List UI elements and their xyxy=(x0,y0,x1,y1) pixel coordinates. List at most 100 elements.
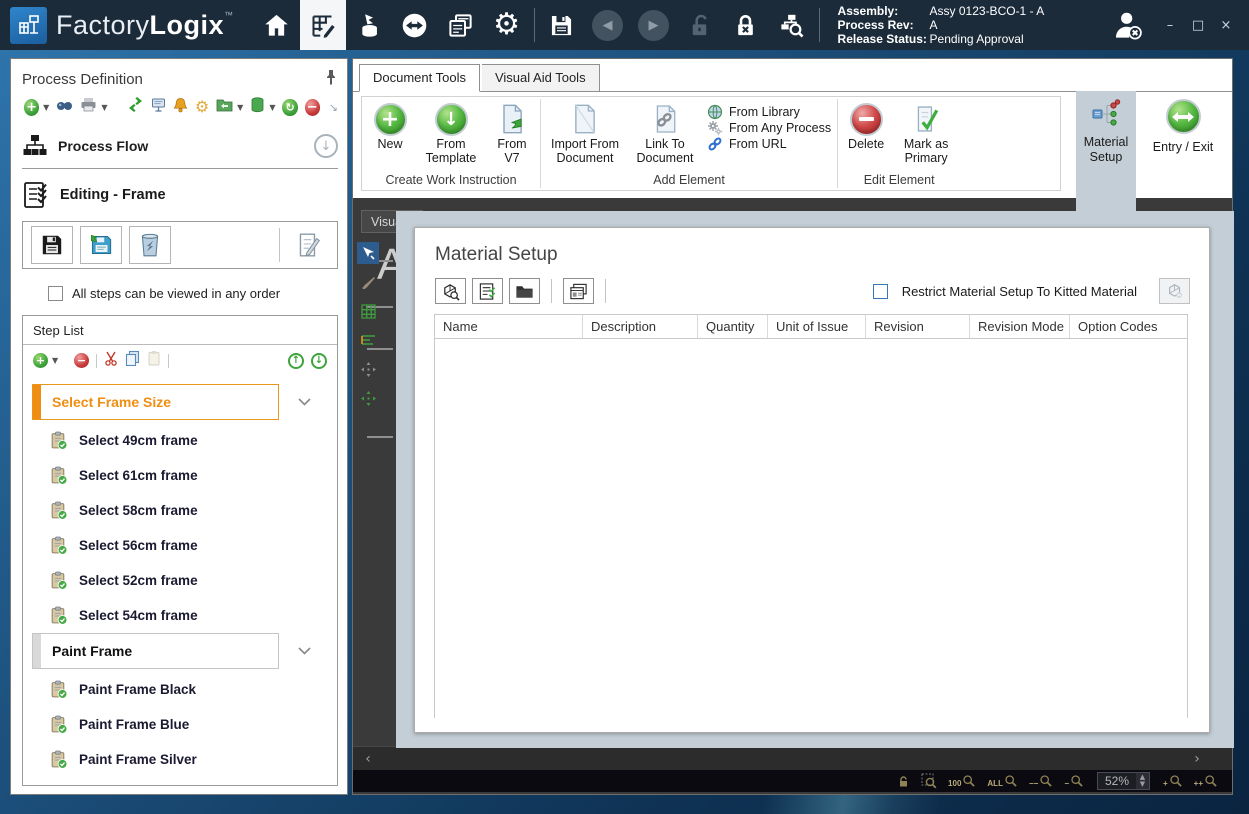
align-tool-icon[interactable] xyxy=(357,329,379,351)
material-table-body[interactable] xyxy=(435,339,1187,718)
zoom-in-fast-icon[interactable]: ++ xyxy=(1194,774,1218,788)
column-header[interactable]: Option Codes xyxy=(1070,315,1187,338)
collapse-panel-icon[interactable]: ↘ xyxy=(329,101,338,114)
edit-notes-button[interactable] xyxy=(287,226,329,264)
scroll-right-icon[interactable]: › xyxy=(1184,747,1210,771)
logout-user-icon[interactable] xyxy=(1105,0,1151,50)
sync-steps-icon[interactable] xyxy=(127,97,144,117)
zoom-in-icon[interactable]: + xyxy=(1163,774,1183,788)
delete-step-button[interactable] xyxy=(129,226,171,264)
column-header[interactable]: Description xyxy=(583,315,698,338)
step-list-item[interactable]: Paint Frame Black xyxy=(32,672,329,707)
step-list-item[interactable]: Select 49cm frame xyxy=(32,423,329,458)
home-icon[interactable] xyxy=(254,0,300,50)
reports-icon[interactable] xyxy=(438,0,484,50)
select-tool-icon[interactable] xyxy=(357,242,379,264)
database-dropdown-icon[interactable]: ▼ xyxy=(269,103,275,112)
back-icon[interactable]: ◀ xyxy=(585,0,631,50)
add-from-bom-button[interactable] xyxy=(472,278,503,304)
chevron-down-icon[interactable] xyxy=(298,647,311,655)
maximize-button[interactable]: □ xyxy=(1187,18,1209,33)
material-setup-button[interactable]: Material Setup xyxy=(1076,91,1136,198)
step-list-item[interactable]: Select 61cm frame xyxy=(32,458,329,493)
link-to-document-button[interactable]: Link To Document xyxy=(633,101,697,166)
expand-down-icon[interactable]: ↓ xyxy=(314,134,338,158)
paste-icon[interactable] xyxy=(147,350,161,371)
pin-icon[interactable] xyxy=(324,69,338,90)
column-header[interactable]: Quantity xyxy=(698,315,768,338)
add-step-dropdown-icon[interactable]: ▼ xyxy=(52,356,58,365)
column-header[interactable]: Revision Mode xyxy=(970,315,1070,338)
remove-process-icon[interactable]: − xyxy=(305,99,320,116)
add-step-icon[interactable]: + xyxy=(33,353,48,368)
column-header[interactable]: Unit of Issue xyxy=(768,315,866,338)
move-tool-icon[interactable] xyxy=(357,358,379,380)
order-checkbox[interactable] xyxy=(48,286,63,301)
close-button[interactable]: × xyxy=(1215,18,1237,33)
notification-bell-icon[interactable] xyxy=(173,97,188,118)
move-step-up-icon[interactable]: ↑ xyxy=(288,353,304,369)
minimize-button[interactable]: – xyxy=(1159,18,1181,33)
grid-tool-icon[interactable] xyxy=(357,300,379,322)
import-from-document-button[interactable]: Import From Document xyxy=(547,101,623,166)
lock-release-icon[interactable] xyxy=(723,0,769,50)
entry-exit-button[interactable]: Entry / Exit xyxy=(1145,91,1221,155)
restrict-kitted-checkbox[interactable] xyxy=(873,284,888,299)
step-list-item[interactable]: Paint Frame Blue xyxy=(32,707,329,742)
from-library-button[interactable]: From Library xyxy=(707,104,831,120)
zoom-out-fast-icon[interactable]: −− xyxy=(1029,774,1053,788)
zoom-selection-icon[interactable] xyxy=(921,773,937,789)
open-folder-button[interactable] xyxy=(509,278,540,304)
save-as-template-button[interactable] xyxy=(80,226,122,264)
save-icon[interactable] xyxy=(539,0,585,50)
column-header[interactable]: Revision xyxy=(866,315,970,338)
refresh-icon[interactable]: ↻ xyxy=(282,99,297,116)
chevron-down-icon[interactable] xyxy=(298,398,311,406)
sign-board-icon[interactable] xyxy=(151,97,166,118)
process-search-icon[interactable] xyxy=(769,0,815,50)
from-v7-button[interactable]: From V7 xyxy=(490,101,534,166)
copy-icon[interactable] xyxy=(125,350,140,371)
import-v7-data-icon[interactable] xyxy=(346,0,392,50)
brush-tool-icon[interactable] xyxy=(357,271,379,293)
settings-gear-icon[interactable]: ⚙ xyxy=(484,0,530,50)
remove-step-icon[interactable]: − xyxy=(74,353,89,368)
sync-icon[interactable] xyxy=(392,0,438,50)
step-list-item[interactable]: Paint Frame Silver xyxy=(32,742,329,777)
process-flow-row[interactable]: Process Flow ↓ xyxy=(22,128,338,164)
mark-as-primary-button[interactable]: Mark as Primary xyxy=(898,101,954,166)
tab-document-tools[interactable]: Document Tools xyxy=(359,64,480,92)
config-gear-icon[interactable]: ⚙ xyxy=(195,99,209,115)
forward-icon[interactable]: ▶ xyxy=(631,0,677,50)
process-editor-icon[interactable] xyxy=(300,0,346,50)
from-url-button[interactable]: From URL xyxy=(707,136,831,152)
add-dropdown-icon[interactable]: ▼ xyxy=(43,103,49,112)
step-list-item[interactable]: Select 58cm frame xyxy=(32,493,329,528)
horizontal-scrollbar[interactable]: ‹ › xyxy=(353,746,1232,770)
folder-dropdown-icon[interactable]: ▼ xyxy=(237,103,243,112)
tab-visual-aid-tools[interactable]: Visual Aid Tools xyxy=(482,64,600,92)
move-step-down-icon[interactable]: ↓ xyxy=(311,353,327,369)
zoom-all-icon[interactable]: ALL xyxy=(987,774,1018,788)
zoom-out-icon[interactable]: − xyxy=(1064,774,1084,788)
print-icon[interactable] xyxy=(80,97,97,117)
step-list-item[interactable]: Select 54cm frame xyxy=(32,598,329,633)
step-list-item[interactable]: Select 52cm frame xyxy=(32,563,329,598)
from-template-button[interactable]: ↓ From Template xyxy=(422,101,480,166)
pan-lock-icon[interactable] xyxy=(897,775,910,788)
zoom-spinner-icon[interactable]: ▲▼ xyxy=(1136,773,1149,789)
add-process-icon[interactable]: + xyxy=(24,99,39,116)
from-any-process-button[interactable]: From Any Process xyxy=(707,120,831,136)
material-report-button[interactable] xyxy=(563,278,594,304)
step-group-header[interactable]: Select Frame Size xyxy=(32,384,329,420)
cut-icon[interactable] xyxy=(104,351,118,371)
database-icon[interactable] xyxy=(250,97,265,118)
print-dropdown-icon[interactable]: ▼ xyxy=(101,103,107,112)
export-folder-icon[interactable] xyxy=(216,98,233,117)
move-green-tool-icon[interactable] xyxy=(357,387,379,409)
unlock-icon[interactable] xyxy=(677,0,723,50)
step-group-header[interactable]: Paint Frame xyxy=(32,633,329,669)
zoom-level-control[interactable]: 52% ▲▼ xyxy=(1097,772,1150,790)
new-button[interactable]: + New xyxy=(368,101,412,151)
delete-element-button[interactable]: Delete xyxy=(844,101,888,151)
